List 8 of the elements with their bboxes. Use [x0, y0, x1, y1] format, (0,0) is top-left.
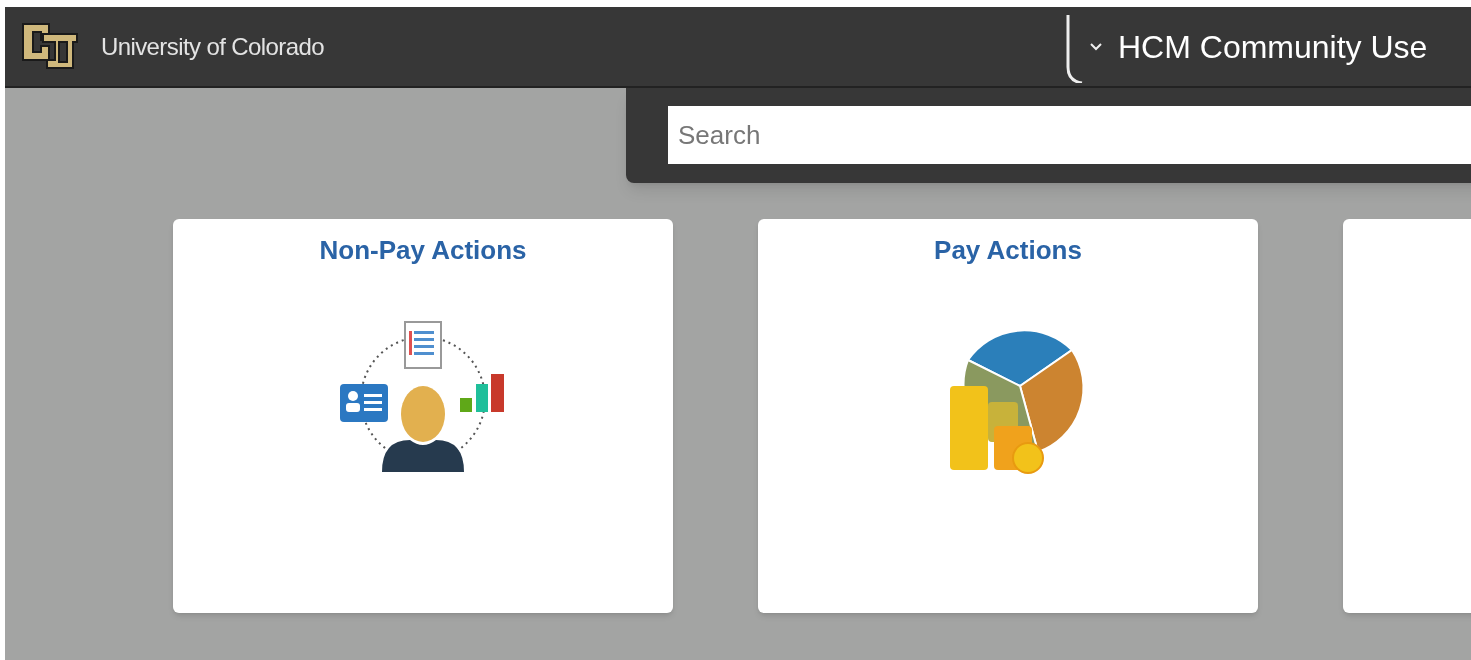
- chevron-down-icon[interactable]: [1088, 40, 1104, 53]
- tile-card[interactable]: Non-Pay Actions: [173, 219, 673, 613]
- tile-title: Non-Pay Actions: [319, 234, 527, 267]
- page-title: HCM Community Use: [1118, 27, 1428, 67]
- tile-title: Pay Actions: [934, 234, 1082, 267]
- tile-card[interactable]: Pay Actions: [758, 219, 1258, 613]
- brand-name: University of Colorado: [101, 31, 324, 62]
- search-field[interactable]: Search: [668, 106, 1471, 164]
